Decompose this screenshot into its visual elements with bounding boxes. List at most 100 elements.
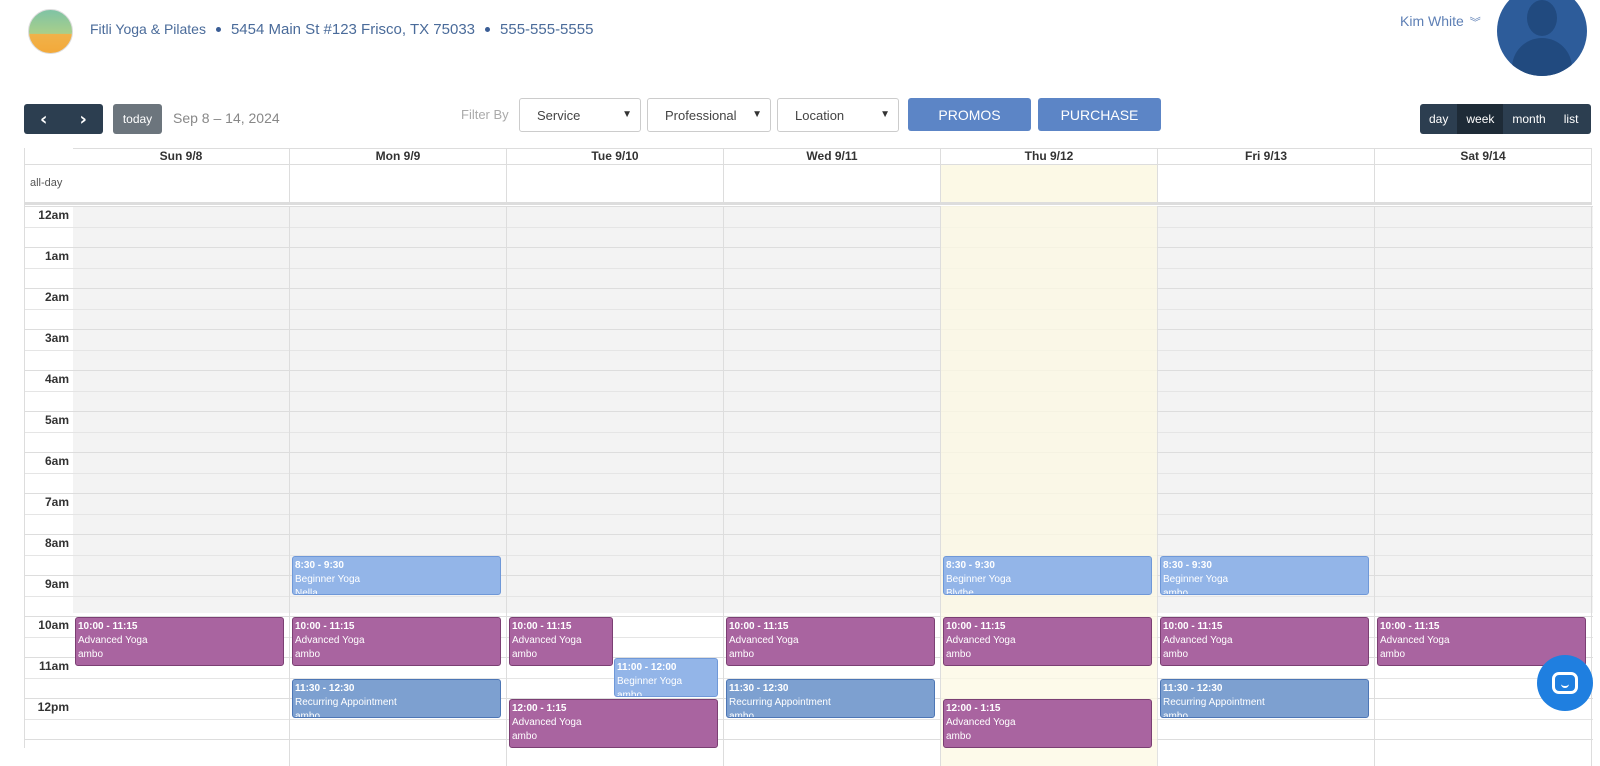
day-column[interactable] (941, 206, 1158, 766)
event-title: Beginner Yoga (295, 573, 361, 585)
event-time: 10:00 - 11:15 (1163, 621, 1223, 632)
event-time: 10:00 - 11:15 (1380, 621, 1440, 632)
calendar-event[interactable]: 10:00 - 11:15 Advanced Yoga ambo (509, 617, 613, 667)
hour-label: 7am (44, 495, 69, 509)
allday-cell[interactable] (724, 164, 941, 205)
event-who: Nella (295, 587, 318, 595)
day-header[interactable]: Wed 9/11 (724, 148, 941, 164)
allday-cell[interactable] (73, 164, 290, 205)
calendar-event[interactable]: 10:00 - 11:15 Advanced Yoga ambo (726, 617, 935, 667)
event-title: Recurring Appointment (1163, 696, 1265, 708)
event-time: 8:30 - 9:30 (295, 559, 344, 571)
event-title: Beginner Yoga (946, 573, 1012, 585)
event-title: Advanced Yoga (78, 635, 148, 646)
allday-cell[interactable] (1158, 164, 1375, 205)
event-time: 10:00 - 11:15 (512, 621, 572, 632)
view-week-button[interactable]: week (1457, 104, 1504, 134)
event-time: 11:30 - 12:30 (295, 682, 355, 694)
today-button[interactable]: today (113, 104, 162, 134)
allday-cell[interactable] (290, 164, 507, 205)
calendar-event[interactable]: 11:00 - 12:00 Beginner Yoga ambo (614, 658, 718, 697)
service-select[interactable]: Service ▼ (519, 98, 641, 132)
location-select[interactable]: Location ▼ (777, 98, 899, 132)
hour-label: 10am (38, 618, 69, 632)
calendar-event[interactable]: 10:00 - 11:15 Advanced Yoga ambo (943, 617, 1152, 667)
studio-logo[interactable] (28, 9, 73, 54)
chat-bubble-icon (1552, 672, 1578, 694)
user-menu[interactable]: Kim White ︾ (1400, 13, 1481, 30)
calendar-event[interactable]: 12:00 - 1:15 Advanced Yoga ambo (509, 699, 718, 749)
day-header[interactable]: Sat 9/14 (1375, 148, 1592, 164)
view-list-button[interactable]: list (1555, 104, 1588, 134)
nav-group: ‹ › (24, 104, 103, 134)
event-title: Advanced Yoga (512, 635, 582, 646)
event-who: ambo (295, 649, 321, 660)
calendar-event[interactable]: 12:00 - 1:15 Advanced Yoga ambo (943, 699, 1152, 749)
allday-cell[interactable] (1375, 164, 1592, 205)
hour-label: 9am (44, 577, 69, 591)
user-name: Kim White (1400, 13, 1464, 29)
calendar-event[interactable]: 10:00 - 11:15 Advanced Yoga ambo (1160, 617, 1369, 667)
event-title: Advanced Yoga (946, 717, 1016, 728)
event-time: 10:00 - 11:15 (729, 621, 789, 632)
hour-label: 11am (38, 659, 69, 673)
hour-label: 12am (38, 208, 69, 222)
studio-phone[interactable]: 555-555-5555 (500, 21, 593, 38)
event-title: Beginner Yoga (1163, 573, 1229, 585)
event-time: 8:30 - 9:30 (946, 559, 995, 571)
calendar-event[interactable]: 8:30 - 9:30 Beginner Yoga Blythe (943, 555, 1152, 595)
allday-cell[interactable] (507, 164, 724, 205)
hour-label: 5am (44, 413, 69, 427)
event-who: Blythe (946, 587, 974, 595)
calendar-event[interactable]: 11:30 - 12:30 Recurring Appointment ambo (1160, 678, 1369, 718)
event-time: 12:00 - 1:15 (946, 703, 1001, 714)
day-header[interactable]: Mon 9/9 (290, 148, 507, 164)
event-time: 10:00 - 11:15 (78, 621, 138, 632)
event-who: ambo (729, 710, 755, 718)
calendar-event[interactable]: 8:30 - 9:30 Beginner Yoga Nella (292, 555, 501, 595)
calendar-event[interactable]: 8:30 - 9:30 Beginner Yoga ambo (1160, 555, 1369, 595)
chat-button[interactable] (1537, 655, 1593, 711)
chevron-down-icon: ▼ (880, 109, 890, 120)
next-button[interactable]: › (64, 104, 104, 134)
event-title: Advanced Yoga (1163, 635, 1233, 646)
promos-button[interactable]: PROMOS (908, 98, 1031, 131)
event-title: Advanced Yoga (1380, 635, 1450, 646)
purchase-button[interactable]: PURCHASE (1038, 98, 1161, 131)
hour-label: 3am (44, 331, 69, 345)
view-switcher: day week month list (1420, 104, 1591, 134)
view-day-button[interactable]: day (1420, 104, 1457, 134)
event-title: Beginner Yoga (617, 676, 683, 687)
allday-label: all-day (25, 164, 73, 205)
hour-label: 8am (44, 536, 69, 550)
day-header[interactable]: Tue 9/10 (507, 148, 724, 164)
calendar-event[interactable]: 11:30 - 12:30 Recurring Appointment ambo (292, 678, 501, 718)
day-header[interactable]: Fri 9/13 (1158, 148, 1375, 164)
prev-button[interactable]: ‹ (24, 104, 64, 134)
event-title: Advanced Yoga (512, 717, 582, 728)
calendar-event[interactable]: 10:00 - 11:15 Advanced Yoga ambo (292, 617, 501, 667)
allday-cell[interactable] (941, 164, 1158, 205)
calendar-event[interactable]: 10:00 - 11:15 Advanced Yoga ambo (75, 617, 284, 667)
view-month-button[interactable]: month (1503, 104, 1554, 134)
event-time: 8:30 - 9:30 (1163, 559, 1212, 571)
studio-address: 5454 Main St #123 Frisco, TX 75033 (230, 21, 476, 38)
filter-by-label: Filter By (461, 107, 509, 122)
event-who: ambo (1163, 587, 1189, 595)
studio-name[interactable]: Fitli Yoga & Pilates (90, 21, 206, 37)
professional-select[interactable]: Professional ▼ (647, 98, 771, 132)
studio-info: Fitli Yoga & Pilates 5454 Main St #123 Fr… (90, 21, 599, 38)
event-who: ambo (617, 690, 643, 697)
event-time: 12:00 - 1:15 (512, 703, 567, 714)
day-header[interactable]: Sun 9/8 (73, 148, 290, 164)
service-select-value: Service (537, 107, 581, 123)
date-range: Sep 8 – 14, 2024 (173, 110, 280, 126)
day-column[interactable] (73, 206, 290, 766)
calendar-event[interactable]: 11:30 - 12:30 Recurring Appointment ambo (726, 678, 935, 718)
day-header[interactable]: Thu 9/12 (941, 148, 1158, 164)
chevron-right-icon: › (79, 108, 87, 130)
event-title: Recurring Appointment (295, 696, 397, 708)
avatar[interactable] (1497, 0, 1587, 76)
event-title: Recurring Appointment (729, 696, 831, 708)
chevron-down-icon: ▼ (622, 109, 632, 120)
